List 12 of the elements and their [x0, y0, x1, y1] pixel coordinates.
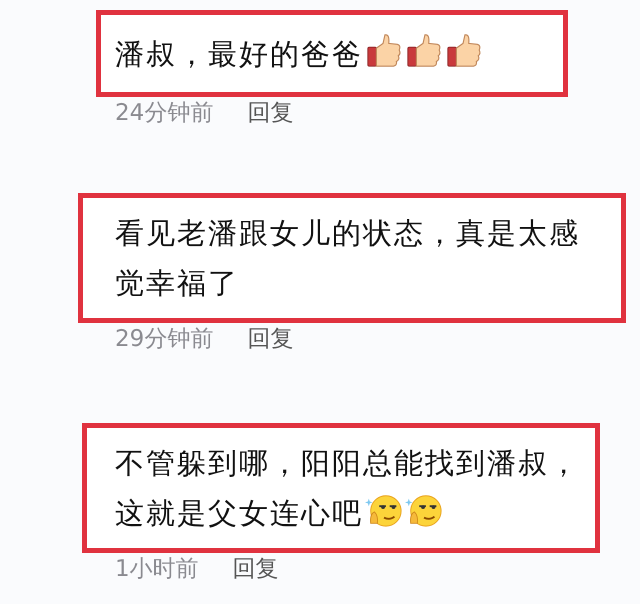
thumbs-up-icon [445, 32, 483, 70]
comment-time: 1小时前 [115, 555, 199, 583]
thumbs-up-icon [405, 32, 443, 70]
reply-link[interactable]: 回复 [247, 99, 294, 127]
comment-time: 24分钟前 [115, 99, 214, 127]
thumbs-up-icon [365, 32, 403, 70]
reply-link[interactable]: 回复 [232, 555, 279, 583]
reply-link[interactable]: 回复 [247, 325, 294, 353]
comment-time: 29分钟前 [115, 325, 214, 353]
comment-text: 看见老潘跟女儿的状态，真是太感觉幸福了 [115, 215, 581, 302]
comment-text: 潘叔，最好的爸爸 [115, 28, 559, 78]
comment-text: 不管躲到哪，阳阳总能找到潘叔，这就是父女连心吧 [115, 445, 581, 532]
